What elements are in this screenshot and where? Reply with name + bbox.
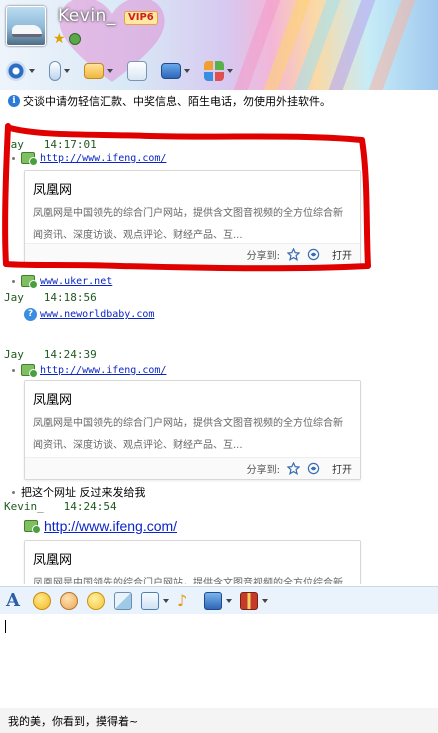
favorite-star-icon[interactable] [287,462,300,475]
message-link[interactable]: http://www.ifeng.com/ [40,153,166,164]
message-link[interactable]: http://www.ifeng.com/ [40,365,166,376]
message-header: Jay 14:18:56 [4,291,97,304]
safe-link-icon [21,152,38,166]
header-decoration [328,0,376,90]
message-line: www.uker.net [12,275,112,289]
remote-assist-button[interactable] [161,63,190,79]
safe-link-icon [24,520,41,534]
magic-emoji-icon[interactable] [60,591,78,610]
security-warning: i 交谈中请勿轻信汇款、中奖信息、陌生电话，勿使用外挂软件。 [8,94,331,108]
message-line: 把这个网址 反过来发给我 [12,484,146,500]
remote-desktop-icon [161,63,181,79]
add-contact-icon [127,61,147,81]
card-description: 凤凰网是中国领先的综合门户网站，提供含文图音视频的全方位综合新闻资讯、深度访谈、… [33,208,343,241]
message-time: 14:17:01 [43,138,97,151]
folder-transfer-icon [84,63,104,79]
chevron-down-icon[interactable] [107,69,113,73]
text-caret [5,620,6,633]
card-title: 凤凰网 [33,183,73,198]
message-line: http://www.ifeng.com/ [12,152,166,166]
qzone-share-icon[interactable] [307,462,320,475]
send-file-button[interactable] [84,63,113,79]
chat-header: Kevin_ VIP6 ★ [0,0,438,90]
bullet [12,279,15,283]
screen-share-icon[interactable] [204,591,222,610]
bullet [12,156,15,160]
card-description: 凤凰网是中国领先的综合门户网站，提供含文图音视频的全方位综合新闻资讯、深度访谈、… [33,578,343,584]
card-footer: 分享到: 打开 [25,243,360,265]
message-header: Jay 14:17:01 [4,138,97,151]
chevron-down-icon[interactable] [226,598,232,603]
top-toolbar [6,60,247,82]
message-link[interactable]: www.uker.net [40,276,112,287]
camera-icon [6,61,26,81]
card-title: 凤凰网 [33,393,73,408]
apps-button[interactable] [204,61,233,81]
create-group-button[interactable] [127,61,147,81]
qzone-share-icon[interactable] [307,248,320,261]
qq-status-icon[interactable] [69,33,81,45]
message-header: Jay 14:24:39 [4,348,97,361]
card-footer: 分享到: 打开 [25,457,360,479]
header-decoration [368,0,416,90]
message-time: 14:24:39 [43,348,97,361]
apps-grid-icon [204,61,224,81]
open-link-button[interactable]: 打开 [332,247,352,262]
unknown-link-icon: ? [24,308,37,321]
link-preview-card[interactable]: 凤凰网 凤凰网是中国领先的综合门户网站，提供含文图音视频的全方位综合新闻资讯、深… [24,380,361,480]
music-icon[interactable]: ♪ [177,591,195,610]
chevron-down-icon[interactable] [227,69,233,73]
shake-icon[interactable] [87,591,105,610]
chevron-down-icon[interactable] [262,598,268,603]
link-preview-card[interactable]: 凤凰网 凤凰网是中国领先的综合门户网站，提供含文图音视频的全方位综合新闻资讯、深… [24,540,361,584]
sender-name: Kevin_ [4,500,44,513]
card-title: 凤凰网 [33,553,73,568]
chevron-down-icon[interactable] [184,69,190,73]
message-time: 14:18:56 [43,291,97,304]
bullet [12,490,15,494]
open-link-button[interactable]: 打开 [332,461,352,476]
message-header: Kevin_ 14:24:54 [4,500,117,513]
image-icon[interactable] [114,591,132,610]
card-description: 凤凰网是中国领先的综合门户网站，提供含文图音视频的全方位综合新闻资讯、深度访谈、… [33,418,343,451]
screenshot-icon[interactable] [141,591,159,610]
sender-name: Jay [4,138,24,151]
microphone-icon [49,61,61,81]
warning-text: 交谈中请勿轻信汇款、中奖信息、陌生电话，勿使用外挂软件。 [23,95,331,108]
message-line: ? www.neworldbaby.com [24,308,154,321]
message-line: http://www.ifeng.com/ [12,364,166,378]
message-text: 把这个网址 反过来发给我 [21,486,146,499]
voice-call-button[interactable] [49,61,70,81]
star-icon[interactable]: ★ [53,32,67,46]
message-link[interactable]: www.neworldbaby.com [40,309,154,320]
sender-name: Jay [4,348,24,361]
message-link[interactable]: http://www.ifeng.com/ [44,518,177,534]
bullet [12,368,15,372]
chevron-down-icon[interactable] [163,598,169,603]
share-label: 分享到: [246,465,280,476]
qq-chat-window: Kevin_ VIP6 ★ i 交谈中请勿轻信汇款、中奖信息、陌生电话，勿使用外… [0,0,438,733]
video-call-button[interactable] [6,61,35,81]
sender-name: Jay [4,291,24,304]
contact-nickname[interactable]: Kevin_ [58,6,116,26]
contact-signature: 我的美，你看到，摸得着~ [0,708,438,733]
input-toolbar: A ♪ [0,586,438,614]
gift-icon[interactable] [240,591,258,610]
link-preview-card[interactable]: 凤凰网 凤凰网是中国领先的综合门户网站，提供含文图音视频的全方位综合新闻资讯、深… [24,170,361,266]
avatar[interactable] [6,6,46,46]
message-line: http://www.ifeng.com/ [24,518,177,534]
chevron-down-icon[interactable] [64,69,70,73]
emoji-icon[interactable] [33,591,51,610]
message-input[interactable] [0,614,438,708]
favorite-star-icon[interactable] [287,248,300,261]
font-icon[interactable]: A [6,591,24,610]
share-label: 分享到: [246,251,280,262]
chevron-down-icon[interactable] [29,69,35,73]
vip-badge[interactable]: VIP6 [124,11,158,25]
chat-history[interactable]: Jay 14:17:01 http://www.ifeng.com/ 凤凰网 凤… [0,112,438,584]
info-icon: i [8,95,20,107]
safe-link-icon [21,364,38,378]
safe-link-icon [21,275,38,289]
message-time: 14:24:54 [63,500,117,513]
